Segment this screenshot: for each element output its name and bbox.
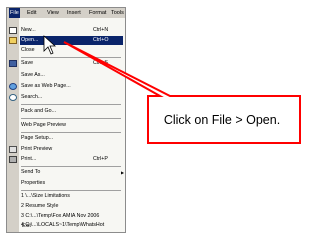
callout-text: Click on File > Open. [163,113,281,127]
